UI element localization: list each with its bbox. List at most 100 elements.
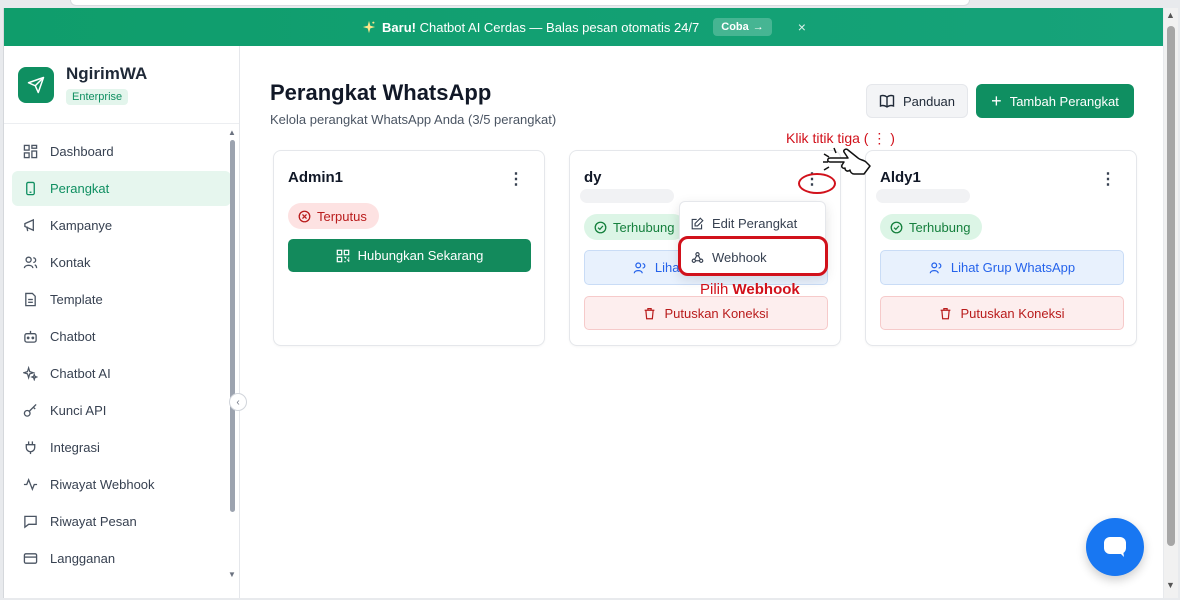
sparkle-icon xyxy=(362,20,376,34)
megaphone-icon xyxy=(22,218,38,234)
sidebar-item-label: Riwayat Webhook xyxy=(50,477,155,492)
add-device-label: Tambah Perangkat xyxy=(1009,93,1119,109)
users-icon xyxy=(633,261,646,273)
status-badge: Terputus xyxy=(288,203,379,229)
app-frame: Baru! Chatbot AI Cerdas — Balas pesan ot… xyxy=(3,8,1163,598)
edit-icon xyxy=(691,216,704,229)
guide-button-label: Panduan xyxy=(902,93,956,109)
grid-icon xyxy=(22,144,38,160)
promo-banner: Baru! Chatbot AI Cerdas — Balas pesan ot… xyxy=(4,8,1163,46)
loading-placeholder xyxy=(876,189,970,203)
sidebar-item-chatbot-ai[interactable]: Chatbot AI xyxy=(12,356,231,391)
view-groups-label: Lihat Grup WhatsApp xyxy=(950,260,1076,275)
status-badge: Terhubung xyxy=(584,214,687,240)
device-name: Admin1 xyxy=(288,169,344,186)
sparkles-icon xyxy=(22,366,38,382)
page-scroll-down-icon[interactable]: ▼ xyxy=(1166,580,1175,590)
view-groups-button[interactable]: Lihat Grup WhatsApp xyxy=(880,250,1124,285)
sidebar-nav: Dashboard Perangkat Kampanye Kontak Temp… xyxy=(4,124,239,576)
bot-icon xyxy=(22,329,38,345)
sidebar-item-label: Chatbot AI xyxy=(50,366,111,381)
menu-item-label: Edit Perangkat xyxy=(712,215,798,231)
status-label: Terhubung xyxy=(613,219,675,235)
sidebar-item-chatbot[interactable]: Chatbot xyxy=(12,319,231,354)
device-name: dy xyxy=(584,169,602,186)
sidebar-item-langganan[interactable]: Langganan xyxy=(12,541,231,576)
device-card: Admin1 ⋮ Terputus Hubungkan Sekarang xyxy=(273,150,545,346)
more-vertical-icon[interactable]: ⋮ xyxy=(1100,169,1116,189)
users-icon xyxy=(22,255,38,271)
sidebar-item-label: Chatbot xyxy=(50,329,96,344)
status-label: Terputus xyxy=(317,208,367,224)
qr-code-icon xyxy=(336,249,349,262)
sidebar-item-label: Kunci API xyxy=(50,403,107,418)
webhook-highlight-annotation xyxy=(678,236,828,276)
sidebar-item-integrasi[interactable]: Integrasi xyxy=(12,430,231,465)
check-circle-icon xyxy=(890,221,903,233)
activity-icon xyxy=(22,477,38,493)
key-icon xyxy=(22,403,38,419)
chat-widget-button[interactable] xyxy=(1086,518,1144,576)
sidebar-item-label: Riwayat Pesan xyxy=(50,514,137,529)
page-scrollbar-thumb[interactable] xyxy=(1167,26,1175,546)
plan-badge: Enterprise xyxy=(66,89,129,105)
sidebar-item-label: Kampanye xyxy=(50,218,113,233)
sidebar-scroll-down-icon[interactable]: ▼ xyxy=(228,570,236,579)
connect-now-button[interactable]: Hubungkan Sekarang xyxy=(288,239,531,272)
sidebar-item-label: Integrasi xyxy=(50,440,100,455)
loading-placeholder xyxy=(580,189,674,203)
sidebar-item-kontak[interactable]: Kontak xyxy=(12,245,231,280)
document-icon xyxy=(22,292,38,308)
browser-top-strip xyxy=(70,0,970,6)
brand: NgirimWA Enterprise xyxy=(4,46,239,124)
sidebar-item-dashboard[interactable]: Dashboard xyxy=(12,134,231,169)
sidebar-item-template[interactable]: Template xyxy=(12,282,231,317)
sidebar-scroll-up-icon[interactable]: ▲ xyxy=(228,128,236,137)
card-icon xyxy=(22,551,38,567)
menu-item-edit-device[interactable]: Edit Perangkat xyxy=(680,206,827,240)
pointing-hand-icon xyxy=(823,147,871,175)
plus-icon: + xyxy=(991,91,1002,111)
page-title: Perangkat WhatsApp xyxy=(270,80,492,105)
plug-icon xyxy=(22,440,38,456)
status-badge: Terhubung xyxy=(880,214,983,240)
banner-close-icon[interactable]: × xyxy=(798,19,806,35)
page-scroll-up-icon[interactable]: ▲ xyxy=(1166,10,1175,20)
sidebar-item-perangkat[interactable]: Perangkat xyxy=(12,171,231,206)
sidebar-item-label: Kontak xyxy=(50,255,91,270)
sidebar-item-label: Langganan xyxy=(50,551,116,566)
pick-webhook-annotation: Pilih Webhook xyxy=(700,281,800,298)
banner-try-button[interactable]: Coba → xyxy=(713,18,772,36)
trash-icon xyxy=(941,307,951,319)
sidebar-scrollbar[interactable] xyxy=(230,140,235,512)
sidebar-item-label: Template xyxy=(50,292,103,307)
users-icon xyxy=(929,261,942,273)
guide-button[interactable]: Panduan xyxy=(866,84,968,118)
sidebar-item-kunci-api[interactable]: Kunci API xyxy=(12,393,231,428)
phone-icon xyxy=(22,181,38,197)
sidebar-item-label: Dashboard xyxy=(50,144,114,159)
sidebar-item-label: Perangkat xyxy=(50,181,110,196)
main-content: Perangkat WhatsApp Kelola perangkat What… xyxy=(240,46,1163,598)
status-label: Terhubung xyxy=(909,219,971,235)
connect-now-label: Hubungkan Sekarang xyxy=(357,248,484,263)
message-icon xyxy=(22,514,38,530)
disconnect-label: Putuskan Koneksi xyxy=(664,305,769,321)
sidebar-item-riwayat-webhook[interactable]: Riwayat Webhook xyxy=(12,467,231,502)
brand-name: NgirimWA xyxy=(66,64,148,83)
disconnect-button[interactable]: Putuskan Koneksi xyxy=(880,296,1124,330)
more-vertical-icon[interactable]: ⋮ xyxy=(508,169,524,189)
sidebar-item-riwayat-pesan[interactable]: Riwayat Pesan xyxy=(12,504,231,539)
send-logo-icon xyxy=(18,66,54,103)
x-circle-icon xyxy=(298,210,311,222)
disconnect-button[interactable]: Putuskan Koneksi xyxy=(584,296,828,330)
sidebar: NgirimWA Enterprise Dashboard Perangkat … xyxy=(4,46,240,598)
add-device-button[interactable]: + Tambah Perangkat xyxy=(976,84,1134,118)
chat-bubble-icon xyxy=(1104,537,1126,557)
book-icon xyxy=(879,94,895,108)
check-circle-icon xyxy=(594,221,607,233)
device-name: Aldy1 xyxy=(880,169,921,186)
sidebar-item-kampanye[interactable]: Kampanye xyxy=(12,208,231,243)
device-card: Aldy1 ⋮ Terhubung Lihat Grup WhatsApp Pu… xyxy=(865,150,1137,346)
page-subtitle: Kelola perangkat WhatsApp Anda (3/5 pera… xyxy=(270,112,557,127)
